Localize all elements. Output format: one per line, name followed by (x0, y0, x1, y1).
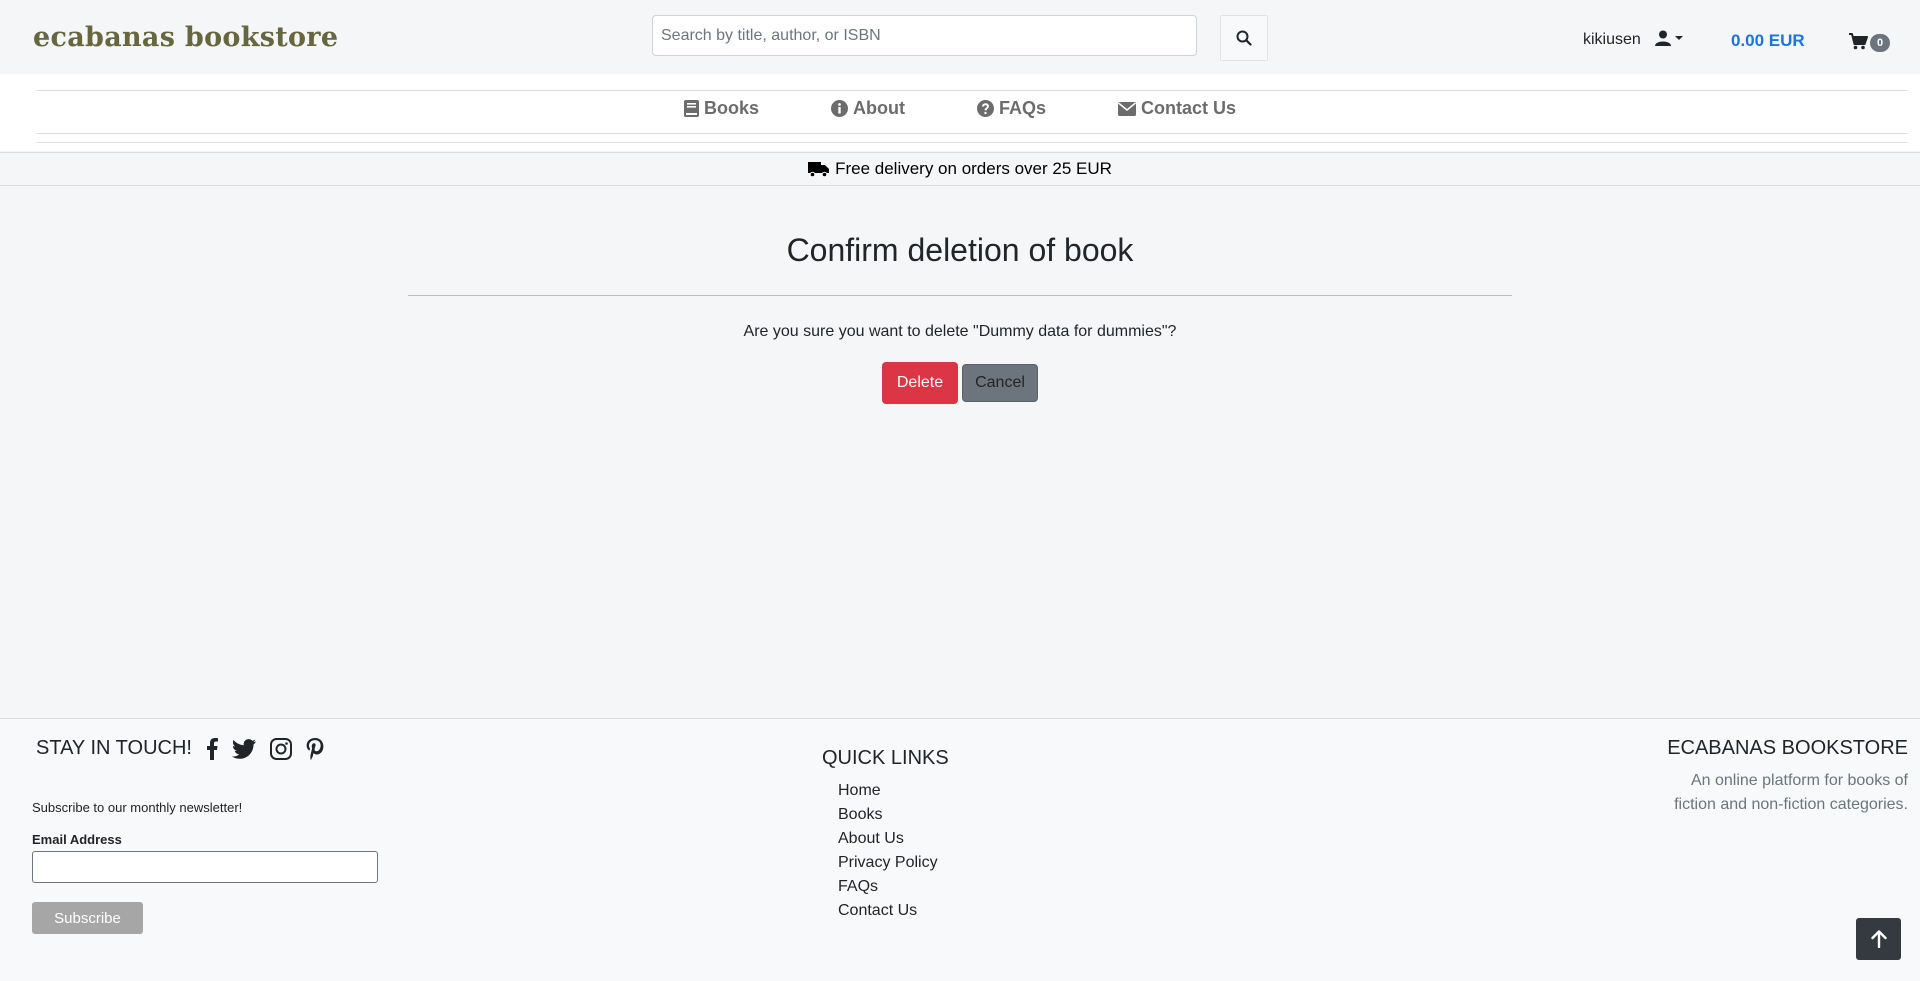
info-icon (831, 100, 848, 117)
envelope-icon (1118, 101, 1136, 116)
nav-item-books[interactable]: Books (683, 98, 759, 119)
cancel-button[interactable]: Cancel (962, 364, 1038, 402)
delete-button[interactable]: Delete (882, 362, 958, 404)
twitter-icon[interactable] (231, 738, 256, 759)
delivery-banner-text: Free delivery on orders over 25 EUR (835, 159, 1112, 178)
back-to-top-button[interactable] (1856, 918, 1901, 960)
email-field[interactable] (32, 851, 378, 883)
search-button[interactable] (1220, 15, 1268, 61)
quick-link-contact-us[interactable]: Contact Us (838, 899, 938, 923)
pinterest-icon[interactable] (306, 737, 324, 760)
site-header: ecabanas bookstore kikiusen 0.00 EUR 0 (0, 0, 1920, 74)
quick-link-privacy-policy[interactable]: Privacy Policy (838, 851, 938, 875)
footer-brand-description: An online platform for books of fiction … (1674, 772, 1908, 813)
instagram-icon[interactable] (269, 737, 292, 760)
quick-link-about-us[interactable]: About Us (838, 827, 938, 851)
user-icon (1655, 30, 1671, 46)
site-logo[interactable]: ecabanas bookstore (33, 22, 338, 53)
search-input[interactable] (652, 15, 1197, 56)
cart-count-badge: 0 (1870, 34, 1890, 52)
newsletter-text: Subscribe to our monthly newsletter! (32, 800, 243, 815)
user-menu-button[interactable] (1655, 30, 1683, 46)
site-footer: STAY IN TOUCH! Subscribe to our monthly … (0, 718, 1920, 981)
nav-item-label: Books (703, 98, 759, 118)
email-label: Email Address (32, 832, 122, 847)
facebook-icon[interactable] (206, 737, 218, 760)
search-icon (1236, 30, 1252, 46)
nav-item-label: FAQs (998, 98, 1046, 118)
nav-item-faqs[interactable]: FAQs (976, 98, 1046, 119)
footer-brand-title: ECABANAS BOOKSTORE (1667, 737, 1908, 759)
arrow-up-icon (1870, 930, 1887, 948)
caret-down-icon (1675, 36, 1683, 40)
quick-links-list: Home Books About Us Privacy Policy FAQs … (838, 779, 938, 923)
truck-icon (808, 161, 830, 177)
nav-divider (37, 90, 1907, 91)
delivery-banner: Free delivery on orders over 25 EUR (0, 152, 1920, 186)
quick-link-home[interactable]: Home (838, 779, 938, 803)
page-title: Confirm deletion of book (786, 232, 1134, 268)
nav-links: Books About FAQs Contact Us (0, 98, 1920, 119)
title-divider (408, 295, 1512, 296)
username: kikiusen (1583, 31, 1641, 48)
question-icon (976, 100, 994, 117)
cart-icon (1849, 32, 1868, 49)
book-icon (683, 100, 699, 117)
nav-item-about[interactable]: About (831, 98, 905, 119)
stay-in-touch: STAY IN TOUCH! (36, 737, 324, 760)
quick-link-books[interactable]: Books (838, 803, 938, 827)
nav-item-contact[interactable]: Contact Us (1118, 98, 1236, 119)
quick-links-title: QUICK LINKS (822, 747, 949, 769)
nav-divider (37, 142, 1907, 143)
stay-in-touch-label: STAY IN TOUCH! (36, 737, 192, 759)
nav-item-label: Contact Us (1141, 98, 1237, 118)
nav-item-label: About (853, 98, 905, 118)
nav-divider (37, 133, 1907, 134)
quick-link-faqs[interactable]: FAQs (838, 875, 938, 899)
cart-total[interactable]: 0.00 EUR (1731, 31, 1805, 51)
confirmation-question: Are you sure you want to delete "Dummy d… (743, 323, 1177, 340)
cart-button[interactable]: 0 (1849, 30, 1890, 52)
subscribe-button[interactable]: Subscribe (32, 902, 143, 934)
